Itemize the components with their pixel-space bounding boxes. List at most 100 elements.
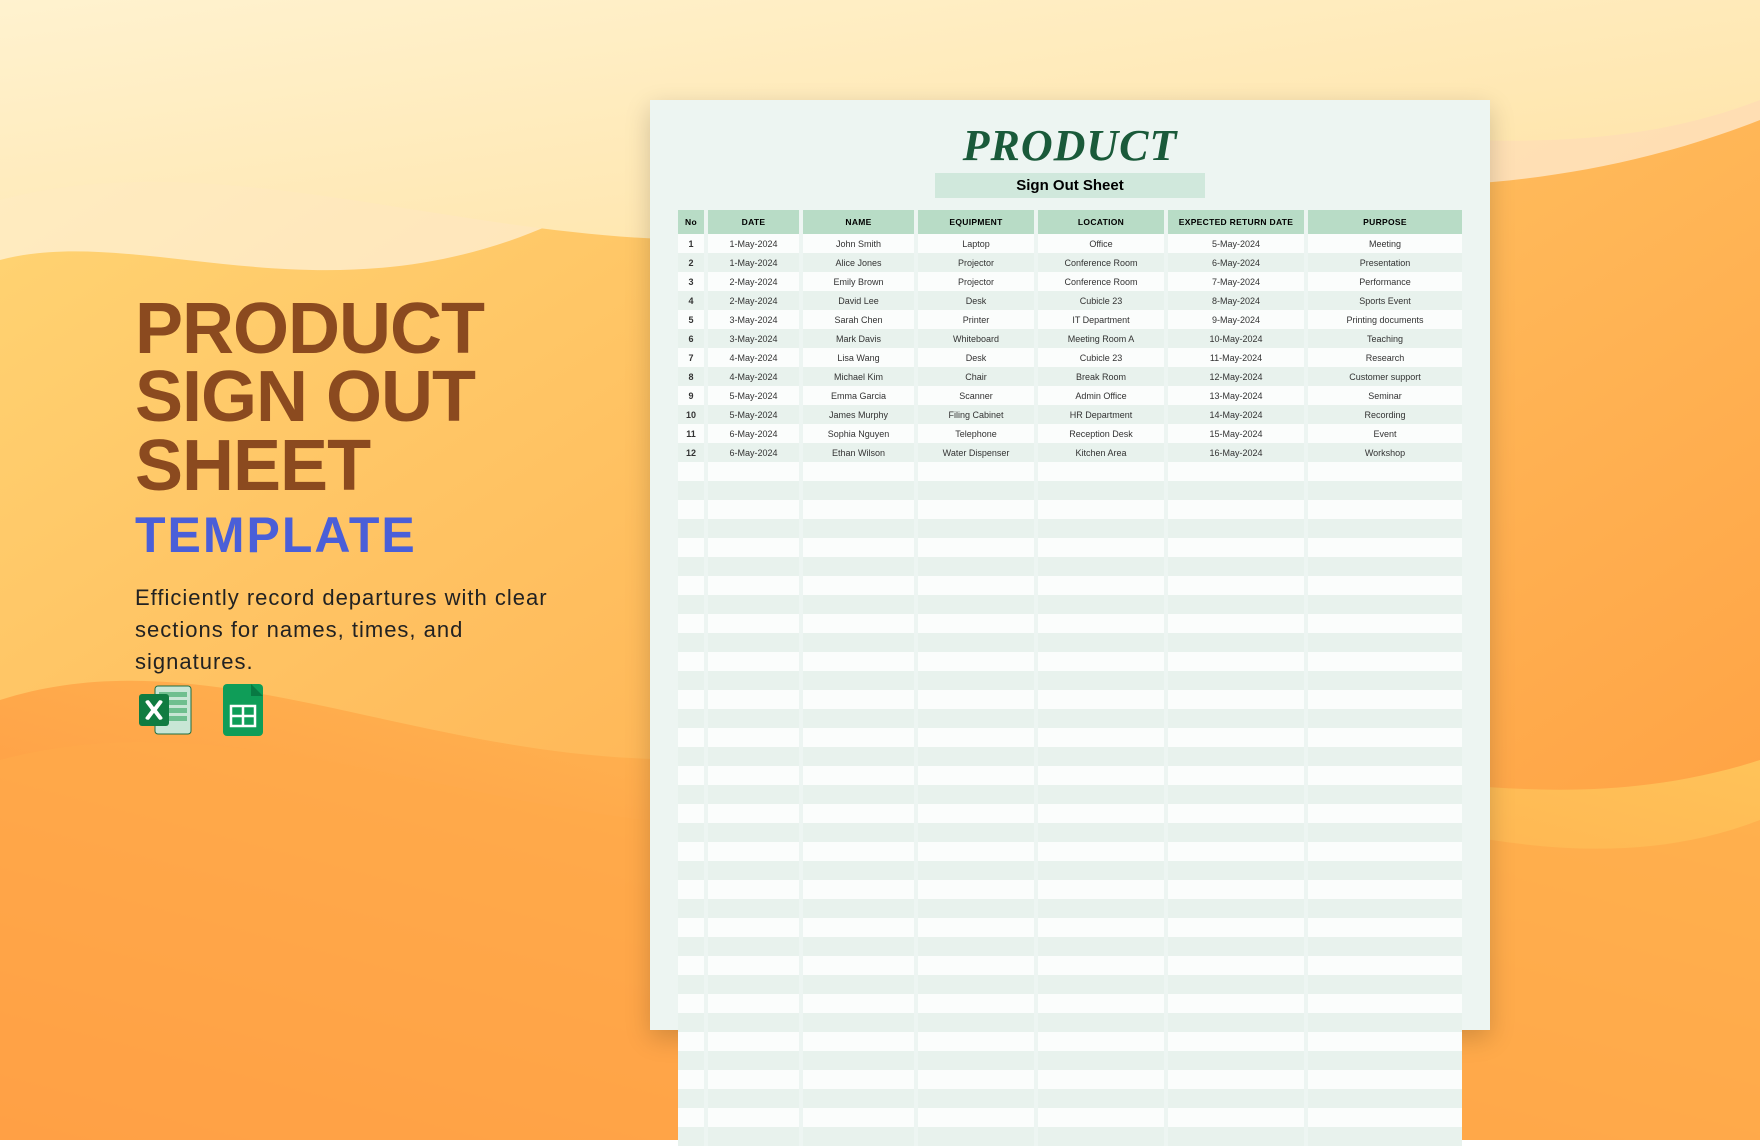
table-cell-empty	[1036, 804, 1166, 823]
table-cell-empty	[1036, 918, 1166, 937]
table-cell-empty	[1036, 975, 1166, 994]
table-row-empty	[678, 690, 1462, 709]
table-row-empty	[678, 652, 1462, 671]
description: Efficiently record departures with clear…	[135, 582, 555, 678]
table-row: 32-May-2024Emily BrownProjectorConferenc…	[678, 272, 1462, 291]
table-cell-empty	[1036, 785, 1166, 804]
table-cell-empty	[801, 956, 916, 975]
table-cell-empty	[1306, 519, 1462, 538]
table-cell-empty	[706, 1127, 801, 1146]
table-cell-empty	[1036, 1051, 1166, 1070]
table-cell-empty	[706, 557, 801, 576]
table-cell-empty	[1166, 918, 1306, 937]
table-cell-empty	[678, 956, 706, 975]
table-cell: HR Department	[1036, 405, 1166, 424]
table-cell-empty	[1036, 1070, 1166, 1089]
table-cell-empty	[1306, 671, 1462, 690]
column-header: LOCATION	[1036, 210, 1166, 234]
table-cell: Meeting	[1306, 234, 1462, 253]
table-cell: 8-May-2024	[1166, 291, 1306, 310]
table-cell: 8	[678, 367, 706, 386]
table-row-empty	[678, 918, 1462, 937]
table-cell: Ethan Wilson	[801, 443, 916, 462]
table-cell-empty	[1166, 538, 1306, 557]
table-cell-empty	[706, 690, 801, 709]
table-cell: 10	[678, 405, 706, 424]
table-cell: Projector	[916, 253, 1036, 272]
table-cell-empty	[1306, 1089, 1462, 1108]
table-cell-empty	[678, 899, 706, 918]
table-cell-empty	[801, 937, 916, 956]
signout-table: NoDATENAMEEQUIPMENTLOCATIONEXPECTED RETU…	[678, 210, 1462, 1146]
table-cell-empty	[1166, 709, 1306, 728]
table-cell-empty	[1036, 519, 1166, 538]
table-cell-empty	[1166, 481, 1306, 500]
table-cell: Projector	[916, 272, 1036, 291]
table-cell-empty	[678, 918, 706, 937]
table-cell: Printing documents	[1306, 310, 1462, 329]
table-cell-empty	[916, 481, 1036, 500]
table-row-empty	[678, 728, 1462, 747]
table-cell: Recording	[1306, 405, 1462, 424]
table-cell-empty	[801, 880, 916, 899]
table-cell-empty	[678, 500, 706, 519]
table-cell-empty	[801, 690, 916, 709]
table-cell: Mark Davis	[801, 329, 916, 348]
table-cell-empty	[801, 462, 916, 481]
table-cell-empty	[678, 538, 706, 557]
table-cell-empty	[801, 1089, 916, 1108]
table-cell-empty	[678, 481, 706, 500]
table-cell-empty	[706, 823, 801, 842]
table-cell-empty	[801, 576, 916, 595]
table-cell-empty	[801, 747, 916, 766]
table-cell-empty	[916, 595, 1036, 614]
table-cell-empty	[801, 861, 916, 880]
table-cell-empty	[706, 519, 801, 538]
table-cell-empty	[706, 1089, 801, 1108]
table-cell: 6-May-2024	[1166, 253, 1306, 272]
table-row: 74-May-2024Lisa WangDeskCubicle 2311-May…	[678, 348, 1462, 367]
table-cell-empty	[916, 842, 1036, 861]
table-cell: 3-May-2024	[706, 310, 801, 329]
table-cell-empty	[801, 671, 916, 690]
table-cell: Conference Room	[1036, 272, 1166, 291]
table-cell-empty	[1036, 937, 1166, 956]
table-cell-empty	[678, 557, 706, 576]
table-cell-empty	[1166, 899, 1306, 918]
table-cell: Filing Cabinet	[916, 405, 1036, 424]
table-cell: 9	[678, 386, 706, 405]
format-icons	[135, 680, 273, 740]
table-cell-empty	[916, 709, 1036, 728]
table-cell-empty	[706, 1108, 801, 1127]
table-cell: 6	[678, 329, 706, 348]
table-cell-empty	[1036, 1127, 1166, 1146]
table-cell-empty	[1036, 1089, 1166, 1108]
table-cell: Sophia Nguyen	[801, 424, 916, 443]
table-cell-empty	[916, 633, 1036, 652]
table-cell-empty	[916, 500, 1036, 519]
table-cell-empty	[801, 766, 916, 785]
table-cell: Office	[1036, 234, 1166, 253]
table-cell-empty	[1166, 614, 1306, 633]
table-cell: Break Room	[1036, 367, 1166, 386]
table-cell-empty	[1166, 937, 1306, 956]
table-cell-empty	[706, 804, 801, 823]
table-cell-empty	[706, 1051, 801, 1070]
table-cell: Presentation	[1306, 253, 1462, 272]
table-cell: Conference Room	[1036, 253, 1166, 272]
table-cell-empty	[916, 1032, 1036, 1051]
table-cell-empty	[706, 633, 801, 652]
table-row-empty	[678, 880, 1462, 899]
table-cell-empty	[916, 576, 1036, 595]
table-cell-empty	[916, 804, 1036, 823]
table-cell-empty	[1306, 823, 1462, 842]
table-cell-empty	[706, 747, 801, 766]
table-cell: 5	[678, 310, 706, 329]
table-cell-empty	[1166, 747, 1306, 766]
table-cell: Workshop	[1306, 443, 1462, 462]
table-cell-empty	[678, 842, 706, 861]
table-cell-empty	[706, 975, 801, 994]
table-cell-empty	[801, 975, 916, 994]
table-cell-empty	[1166, 595, 1306, 614]
table-cell-empty	[706, 785, 801, 804]
